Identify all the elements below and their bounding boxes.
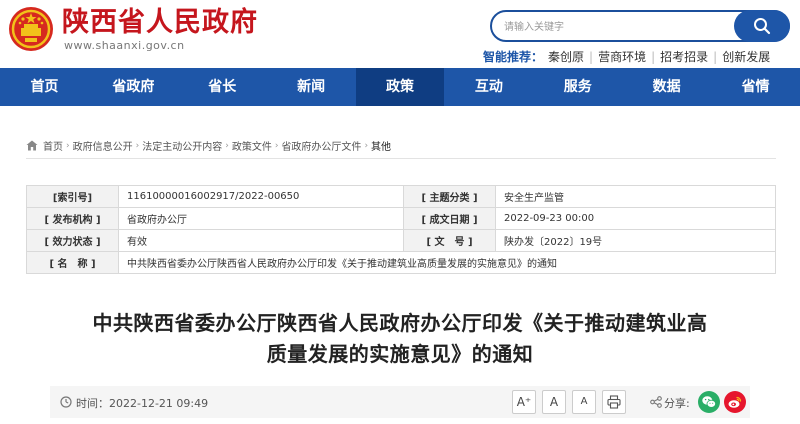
article-title-line2: 质量发展的实施意见》的通知 (266, 342, 534, 366)
index-value: 11610000016002917/2022-00650 (118, 185, 404, 208)
nav-item-governor[interactable]: 省长 (178, 68, 267, 106)
smart-rec-item-innovation[interactable]: 创新发展 (722, 50, 770, 64)
font-smaller-button[interactable]: A (572, 390, 596, 414)
nav-item-services[interactable]: 服务 (533, 68, 622, 106)
site-title[interactable]: 陕西省人民政府 (62, 7, 258, 39)
search-button[interactable] (734, 10, 790, 42)
docno-value: 陕办发〔2022〕19号 (495, 229, 776, 252)
clock-icon (60, 396, 72, 408)
name-label: [ 名 称 ] (26, 251, 119, 274)
docno-label: [ 文 号 ] (403, 229, 496, 252)
category-label: [ 主题分类 ] (403, 185, 496, 208)
article-meta-bar: 时间：2022-12-21 09:49 A⁺ A A 分享: (50, 386, 750, 418)
date-label: [ 成文日期 ] (403, 207, 496, 230)
font-larger-button[interactable]: A⁺ (512, 390, 536, 414)
document-info-table: [索引号] 11610000016002917/2022-00650 [ 主题分… (26, 185, 776, 274)
smart-rec-item-business-env[interactable]: 营商环境 (598, 50, 646, 64)
category-value: 安全生产监管 (495, 185, 776, 208)
publish-time: 时间：2022-12-21 09:49 (76, 397, 209, 410)
divider (26, 158, 776, 159)
breadcrumb-current: 其他 (371, 142, 392, 153)
breadcrumb-policy-docs[interactable]: 政策文件 (232, 138, 272, 153)
article-title-line1: 中共陕西省委办公厅陕西省人民政府办公厅印发《关于推动建筑业高 (92, 311, 708, 335)
separator: | (651, 50, 656, 64)
issuer-value: 省政府办公厅 (118, 207, 404, 230)
chevron-right-icon: › (225, 140, 229, 151)
article-title: 中共陕西省委办公厅陕西省人民政府办公厅印发《关于推动建筑业高 质量发展的实施意见… (60, 308, 740, 370)
chevron-right-icon: › (364, 140, 369, 151)
table-row: [索引号] 11610000016002917/2022-00650 [ 主题分… (26, 185, 776, 208)
breadcrumb-office-docs[interactable]: 省政府办公厅文件 (281, 138, 361, 153)
index-label: [索引号] (26, 185, 119, 208)
breadcrumb: 首页 › 政府信息公开 › 法定主动公开内容 › 政策文件 › 省政府办公厅文件… (26, 138, 391, 153)
weibo-icon (728, 396, 742, 408)
share-label: 分享: (664, 397, 690, 410)
table-row: [ 发布机构 ] 省政府办公厅 [ 成文日期 ] 2022-09-23 00:0… (26, 207, 776, 230)
site-url: www.shaanxi.gov.cn (64, 39, 185, 52)
nav-item-policy[interactable]: 政策 (355, 68, 445, 106)
chevron-right-icon: › (66, 140, 70, 151)
breadcrumb-gov-info-public[interactable]: 政府信息公开 (73, 138, 133, 153)
national-emblem-icon[interactable] (8, 6, 54, 52)
breadcrumb-home[interactable]: 首页 (43, 138, 63, 153)
nav-item-home[interactable]: 首页 (0, 68, 89, 106)
main-nav: 首页 省政府 省长 新闻 政策 互动 服务 数据 省情 (0, 68, 800, 106)
chevron-right-icon: › (135, 140, 140, 151)
smart-recommend: 智能推荐： 秦创原 | 营商环境 | 招考招录 | 创新发展 (483, 48, 770, 65)
search-icon (754, 18, 771, 35)
share-icon (650, 396, 662, 408)
status-label: [ 效力状态 ] (26, 229, 119, 252)
nav-item-province-info[interactable]: 省情 (711, 68, 800, 106)
share-weibo-button[interactable] (724, 391, 746, 413)
nav-item-interaction[interactable]: 互动 (444, 68, 533, 106)
search-input[interactable] (504, 18, 724, 36)
date-value: 2022-09-23 00:00 (495, 207, 776, 230)
separator: | (589, 50, 594, 64)
separator: | (713, 50, 718, 64)
share-wechat-button[interactable] (698, 391, 720, 413)
breadcrumb-statutory-content[interactable]: 法定主动公开内容 (142, 138, 222, 153)
smart-rec-item-qinchuangyuan[interactable]: 秦创原 (548, 50, 584, 64)
font-normal-button[interactable]: A (542, 390, 566, 414)
site-header: 陕西省人民政府 www.shaanxi.gov.cn 智能推荐： 秦创原 | 营商环境… (0, 0, 800, 68)
smart-rec-label: 智能推荐： (483, 50, 544, 64)
wechat-icon (702, 396, 717, 408)
nav-item-data[interactable]: 数据 (622, 68, 711, 106)
chevron-right-icon: › (274, 140, 279, 151)
name-value: 中共陕西省委办公厅陕西省人民政府办公厅印发《关于推动建筑业高质量发展的实施意见》… (118, 251, 776, 274)
home-icon (26, 140, 38, 151)
issuer-label: [ 发布机构 ] (26, 207, 119, 230)
table-row: [ 名 称 ] 中共陕西省委办公厅陕西省人民政府办公厅印发《关于推动建筑业高质量… (26, 251, 776, 274)
print-button[interactable] (602, 390, 626, 414)
nav-item-news[interactable]: 新闻 (267, 68, 356, 106)
search-box (490, 10, 790, 42)
print-icon (607, 395, 621, 409)
status-value: 有效 (118, 229, 404, 252)
table-row: [ 效力状态 ] 有效 [ 文 号 ] 陕办发〔2022〕19号 (26, 229, 776, 252)
nav-item-provincial-gov[interactable]: 省政府 (89, 68, 178, 106)
smart-rec-item-recruitment[interactable]: 招考招录 (660, 50, 708, 64)
